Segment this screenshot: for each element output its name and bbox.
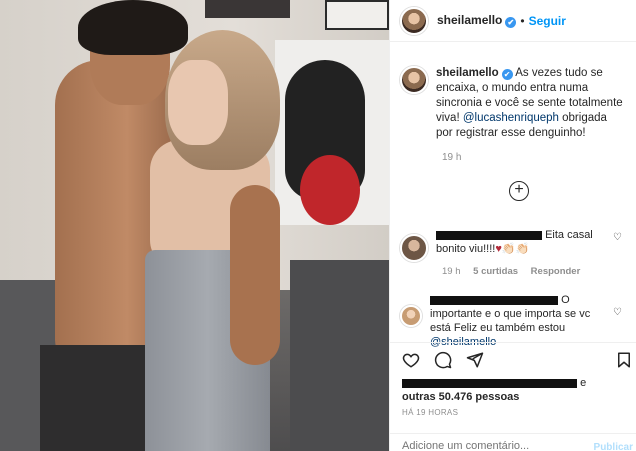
separator-dot: • — [520, 13, 525, 28]
comment-icon[interactable] — [434, 351, 452, 369]
plus-circle-icon[interactable]: + — [509, 181, 529, 201]
avatar[interactable] — [400, 66, 428, 94]
verified-icon: ✔ — [505, 17, 517, 28]
likes-summary[interactable]: e outras 50.476 pessoas — [402, 376, 627, 404]
username-link[interactable]: sheilamello ✔ — [437, 13, 517, 28]
comment-text: O importante e o que importa se vc está … — [430, 293, 610, 349]
heart-icon[interactable]: ♡ — [613, 232, 622, 243]
photo-frame — [205, 0, 290, 18]
comment-likes[interactable]: 5 curtidas — [473, 266, 518, 277]
heart-icon[interactable]: ♡ — [613, 307, 622, 318]
poster-red-shape — [300, 155, 360, 225]
heart-icon[interactable] — [402, 351, 420, 369]
caption-mention[interactable]: @lucashenriqueph — [463, 112, 559, 124]
post-timestamp: HÁ 19 HORAS — [402, 408, 459, 417]
comment-text-2: viu!!!! — [469, 243, 496, 255]
caption-time: 19 h — [442, 152, 462, 163]
comment-text: Eita casal bonito viu!!!!♥👏🏻👏🏻 — [436, 228, 616, 262]
likes-suffix: e — [580, 377, 587, 389]
avatar[interactable] — [400, 305, 422, 327]
follow-button[interactable]: Seguir — [529, 14, 566, 28]
emoji-text: ♥👏🏻👏🏻 — [495, 243, 530, 255]
caption-username[interactable]: sheilamello — [436, 67, 499, 79]
avatar[interactable] — [400, 234, 428, 262]
redacted-username — [402, 378, 577, 388]
comment-item: Eita casal bonito viu!!!!♥👏🏻👏🏻 ♡ — [400, 228, 630, 262]
likes-count[interactable]: outras 50.476 pessoas — [402, 391, 519, 403]
caption: sheilamello ✔ As vezes tudo se encaixa, o… — [400, 66, 630, 141]
reply-button[interactable]: Responder — [531, 266, 581, 277]
redacted-username — [430, 295, 558, 305]
comment-time: 19 h — [442, 266, 461, 277]
comment-meta: 19 h 5 curtidas Responder — [442, 266, 590, 277]
redacted-username — [436, 230, 542, 240]
bookmark-icon[interactable] — [615, 351, 633, 369]
verified-icon: ✔ — [501, 69, 513, 80]
man-shorts — [40, 345, 160, 451]
sofa — [290, 260, 389, 451]
woman-face — [168, 60, 228, 145]
post-header: sheilamello ✔ • Seguir — [390, 0, 636, 42]
add-comment-bar: Publicar — [390, 433, 636, 451]
share-icon[interactable] — [466, 351, 484, 369]
man-arm — [230, 185, 280, 365]
man-hair — [78, 0, 188, 55]
post-photo[interactable] — [0, 0, 389, 451]
publish-button[interactable]: Publicar — [594, 442, 633, 451]
post-side-panel: sheilamello ✔ • Seguir sheilamello ✔ As ve… — [389, 0, 636, 451]
username-text[interactable]: sheilamello — [437, 13, 502, 27]
photo-frame — [325, 0, 389, 30]
caption-text: sheilamello ✔ As vezes tudo se encaixa, o… — [436, 66, 626, 141]
comment-input[interactable] — [402, 440, 572, 451]
comment-item: O importante e o que importa se vc está … — [400, 293, 630, 349]
action-bar — [390, 342, 636, 372]
avatar[interactable] — [400, 6, 428, 35]
